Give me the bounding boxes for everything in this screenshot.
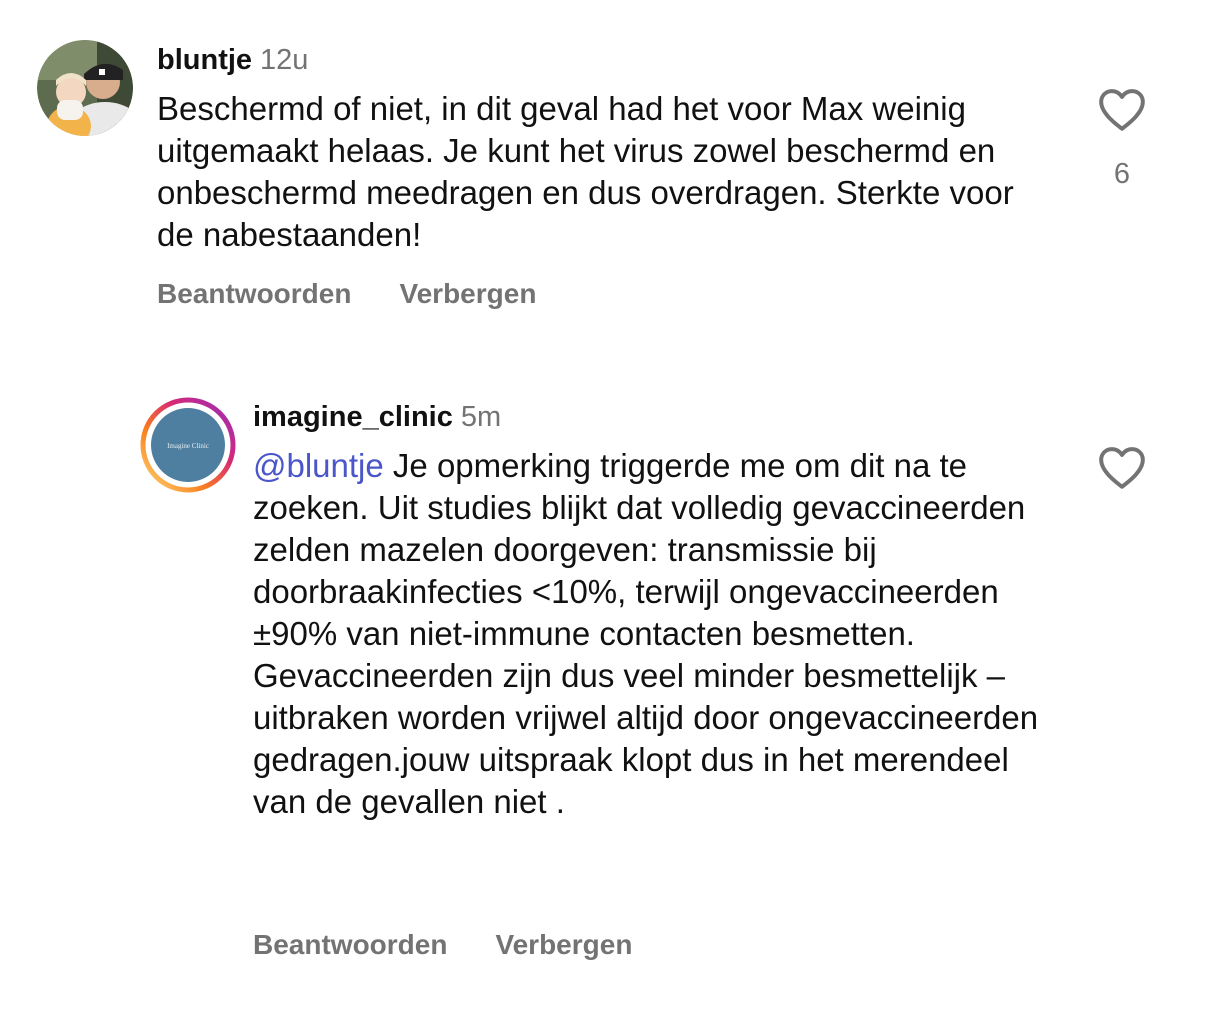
avatar-photo <box>37 40 133 136</box>
heart-outline-icon <box>1099 447 1145 489</box>
avatar[interactable] <box>37 40 133 136</box>
like-button[interactable]: 6 <box>1087 86 1157 191</box>
mention-link[interactable]: @bluntje <box>253 447 384 484</box>
like-count: 6 <box>1113 158 1131 190</box>
comment-actions: Beantwoorden Verbergen <box>157 278 536 310</box>
hide-button[interactable]: Verbergen <box>495 929 632 961</box>
timestamp: 5m <box>460 401 502 433</box>
like-button[interactable] <box>1087 444 1157 490</box>
reply-button[interactable]: Beantwoorden <box>157 278 351 310</box>
story-ring: Imagine Clinic <box>140 397 236 493</box>
comment-meta: bluntje 12u <box>157 42 1037 78</box>
comment-meta: imagine_clinic 5m <box>253 399 1053 435</box>
avatar-logo-text: Imagine Clinic <box>167 442 209 450</box>
avatar[interactable]: Imagine Clinic <box>140 397 236 493</box>
username[interactable]: imagine_clinic <box>253 401 453 433</box>
comment-actions: Beantwoorden Verbergen <box>253 929 632 961</box>
reply-button[interactable]: Beantwoorden <box>253 929 447 961</box>
timestamp: 12u <box>260 44 309 76</box>
comment-body: Je opmerking triggerde me om dit na te z… <box>253 447 1039 820</box>
comment-text: Beschermd of niet, in dit geval had het … <box>157 90 1014 253</box>
comment-content: imagine_clinic 5m @bluntje Je opmerking t… <box>253 399 1053 823</box>
comment-content: bluntje 12u Beschermd of niet, in dit gev… <box>157 42 1037 256</box>
comments-thread: bluntje 12u Beschermd of niet, in dit gev… <box>0 0 1206 1010</box>
hide-button[interactable]: Verbergen <box>399 278 536 310</box>
heart-outline-icon <box>1099 89 1145 131</box>
comment-text: @bluntje Je opmerking triggerde me om di… <box>253 445 1053 823</box>
comment: bluntje 12u Beschermd of niet, in dit gev… <box>0 0 1206 340</box>
username[interactable]: bluntje <box>157 44 252 76</box>
comment: Imagine Clinic imagine_clinic 5m @bluntje… <box>0 340 1206 1010</box>
